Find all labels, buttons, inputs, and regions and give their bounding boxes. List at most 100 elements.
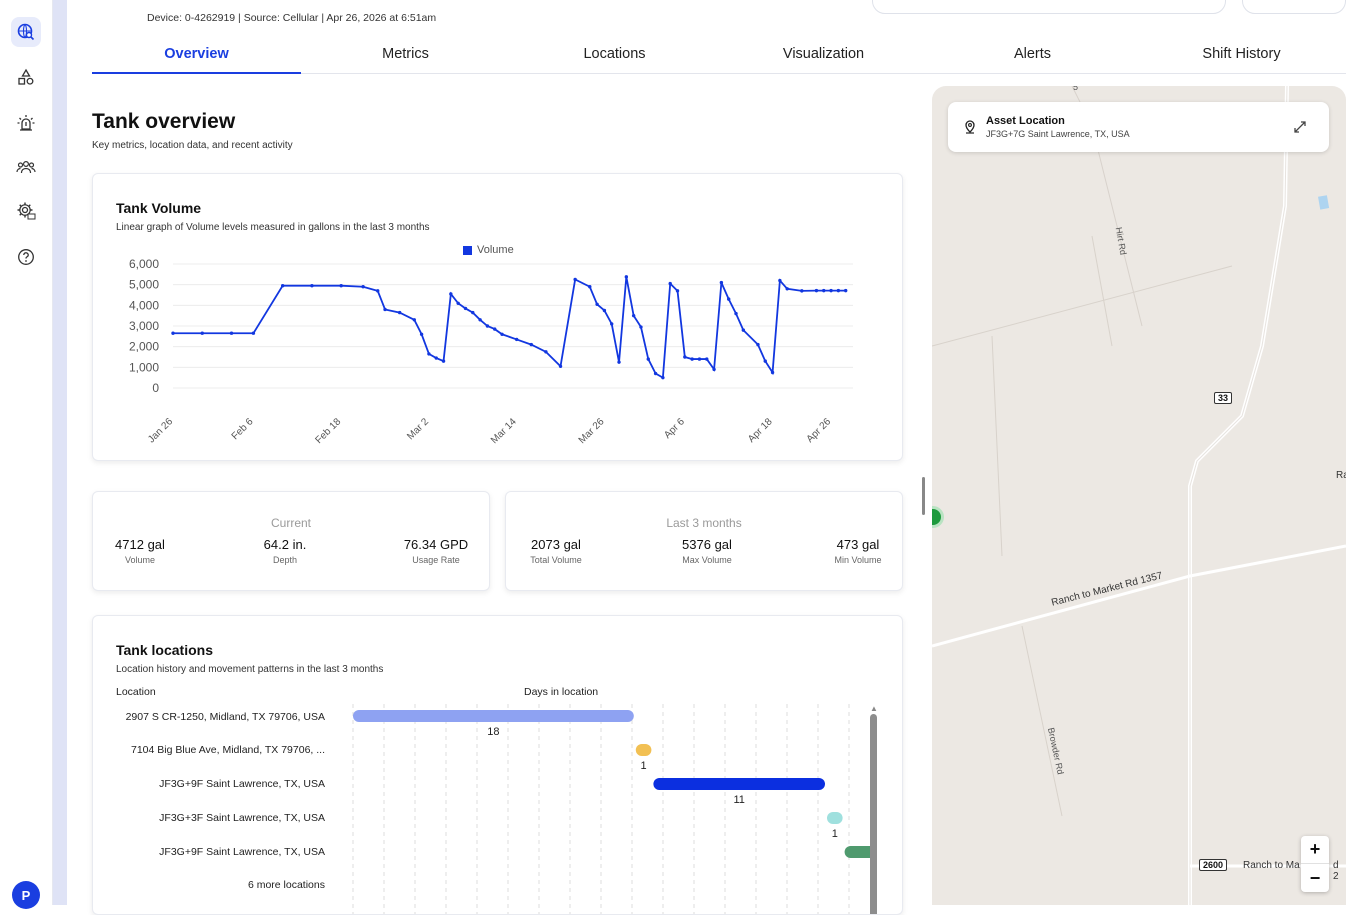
y-tick-label: 5,000: [129, 278, 159, 292]
stat-value: 2073 gal: [531, 537, 581, 552]
zoom-out-button[interactable]: −: [1301, 864, 1329, 892]
volume-data-point: [778, 278, 782, 283]
tab-metrics[interactable]: Metrics: [301, 40, 510, 73]
zoom-in-button[interactable]: +: [1301, 836, 1329, 864]
page-subtitle: Key metrics, location data, and recent a…: [92, 140, 293, 151]
settings-gear-icon[interactable]: [11, 196, 41, 226]
volume-data-point: [800, 289, 804, 293]
volume-data-point: [588, 285, 592, 289]
top-search-control[interactable]: [872, 0, 1226, 14]
volume-data-point: [500, 332, 504, 336]
volume-data-point: [624, 275, 629, 279]
road-label: d 2: [1333, 860, 1339, 882]
stat-value: 473 gal: [836, 537, 880, 552]
globe-search-icon[interactable]: [11, 17, 41, 47]
x-tick-label: Mar 14: [489, 416, 519, 446]
volume-data-point: [668, 281, 672, 286]
stat-value: 5376 gal: [682, 537, 732, 552]
last-three-months-card: Last 3 months 2073 gal Total Volume 5376…: [505, 491, 903, 591]
tab-locations[interactable]: Locations: [510, 40, 719, 73]
tab-shift-history[interactable]: Shift History: [1137, 40, 1346, 73]
volume-data-point: [602, 308, 607, 313]
users-group-icon[interactable]: [11, 152, 41, 182]
tab-visualization[interactable]: Visualization: [719, 40, 928, 73]
x-tick-label: Mar 2: [405, 416, 431, 442]
volume-data-point: [697, 357, 702, 361]
device-info: Device: 0-4262919 | Source: Cellular | A…: [147, 12, 437, 24]
volume-data-point: [251, 331, 256, 335]
volume-data-point: [529, 342, 533, 347]
volume-data-point: [610, 322, 614, 326]
highway-shield: 2600: [1199, 859, 1228, 871]
tank-locations-card: Tank locations Location history and move…: [92, 615, 903, 915]
x-tick-label: Feb 18: [313, 416, 343, 446]
map-roads: [932, 86, 1346, 905]
tab-overview[interactable]: Overview: [92, 40, 301, 74]
current-stats-card: Current 4712 gal Volume 64.2 in. Depth 7…: [92, 491, 490, 591]
asset-location-title: Asset Location: [986, 115, 1065, 127]
sidebar: P: [0, 0, 67, 909]
volume-data-point: [785, 287, 789, 291]
road-label: Ra: [1336, 470, 1346, 481]
current-heading: Current: [270, 516, 311, 530]
stat-label: Min Volume: [834, 555, 882, 565]
volume-data-point: [493, 327, 497, 331]
stat-value: 4712 gal: [115, 537, 165, 552]
volume-data-point: [683, 355, 687, 359]
volume-data-point: [361, 285, 365, 289]
volume-data-point: [712, 367, 716, 372]
road-label: Ranch to Ma: [1243, 860, 1300, 871]
location-pin-icon: [965, 120, 975, 134]
volume-data-point: [705, 357, 709, 361]
x-tick-label: Apr 26: [805, 416, 834, 445]
top-action-control[interactable]: [1242, 0, 1346, 14]
min-volume-stat: 473 gal Min Volume: [824, 537, 892, 565]
asset-location-box: Asset Location JF3G+7G Saint Lawrence, T…: [948, 102, 1329, 152]
volume-data-point: [756, 342, 760, 347]
volume-data-point: [719, 280, 724, 285]
volume-data-point: [675, 289, 680, 293]
expand-icon[interactable]: [1293, 120, 1307, 134]
tab-bar: Overview Metrics Locations Visualization…: [92, 40, 1346, 74]
volume-data-point: [200, 331, 204, 335]
volume-data-point: [653, 371, 658, 376]
volume-data-point: [822, 288, 826, 293]
x-tick-label: Apr 18: [746, 416, 775, 445]
volume-data-point: [770, 370, 775, 375]
volume-data-point: [280, 284, 285, 288]
stat-value: 76.34 GPD: [403, 537, 469, 552]
volume-data-point: [514, 337, 519, 342]
volume-data-point: [339, 284, 343, 288]
stat-label: Total Volume: [530, 555, 582, 565]
location-duration-bar: [653, 778, 825, 790]
volume-data-point: [741, 328, 746, 332]
location-duration-bar: [827, 812, 843, 824]
scroll-up-icon[interactable]: ▲: [870, 704, 878, 713]
help-icon[interactable]: [11, 242, 41, 272]
y-tick-label: 4,000: [129, 298, 159, 312]
duration-label: 11: [733, 794, 744, 806]
tab-alerts[interactable]: Alerts: [928, 40, 1137, 73]
stat-label: Usage Rate: [412, 555, 460, 565]
volume-data-point: [171, 331, 175, 335]
duration-label: 1: [832, 828, 838, 840]
volume-data-point: [229, 331, 234, 335]
y-tick-label: 0: [152, 381, 159, 395]
volume-data-point: [471, 310, 475, 315]
volume-data-point: [690, 357, 694, 361]
volume-data-point: [631, 313, 636, 318]
volume-data-point: [763, 359, 767, 363]
locations-scrollbar[interactable]: [870, 714, 877, 914]
location-duration-bar: [353, 710, 634, 722]
current-depth-stat: 64.2 in. Depth: [250, 537, 320, 565]
alarm-light-icon[interactable]: [11, 108, 41, 138]
volume-data-point: [427, 352, 431, 356]
asset-map[interactable]: Hirt Rd Ranch to Market Rd 1357 Browder …: [932, 86, 1346, 905]
volume-line-chart[interactable]: 6,000 5,000 4,000 3,000 2,000 1,000 0 Jan 26 Feb…: [93, 174, 904, 462]
zoom-controls: + −: [1301, 836, 1329, 892]
panel-resize-handle[interactable]: [922, 477, 925, 515]
page-title: Tank overview: [92, 110, 236, 133]
y-tick-label: 6,000: [129, 257, 159, 271]
shapes-icon[interactable]: [11, 62, 41, 92]
volume-data-point: [558, 364, 563, 368]
